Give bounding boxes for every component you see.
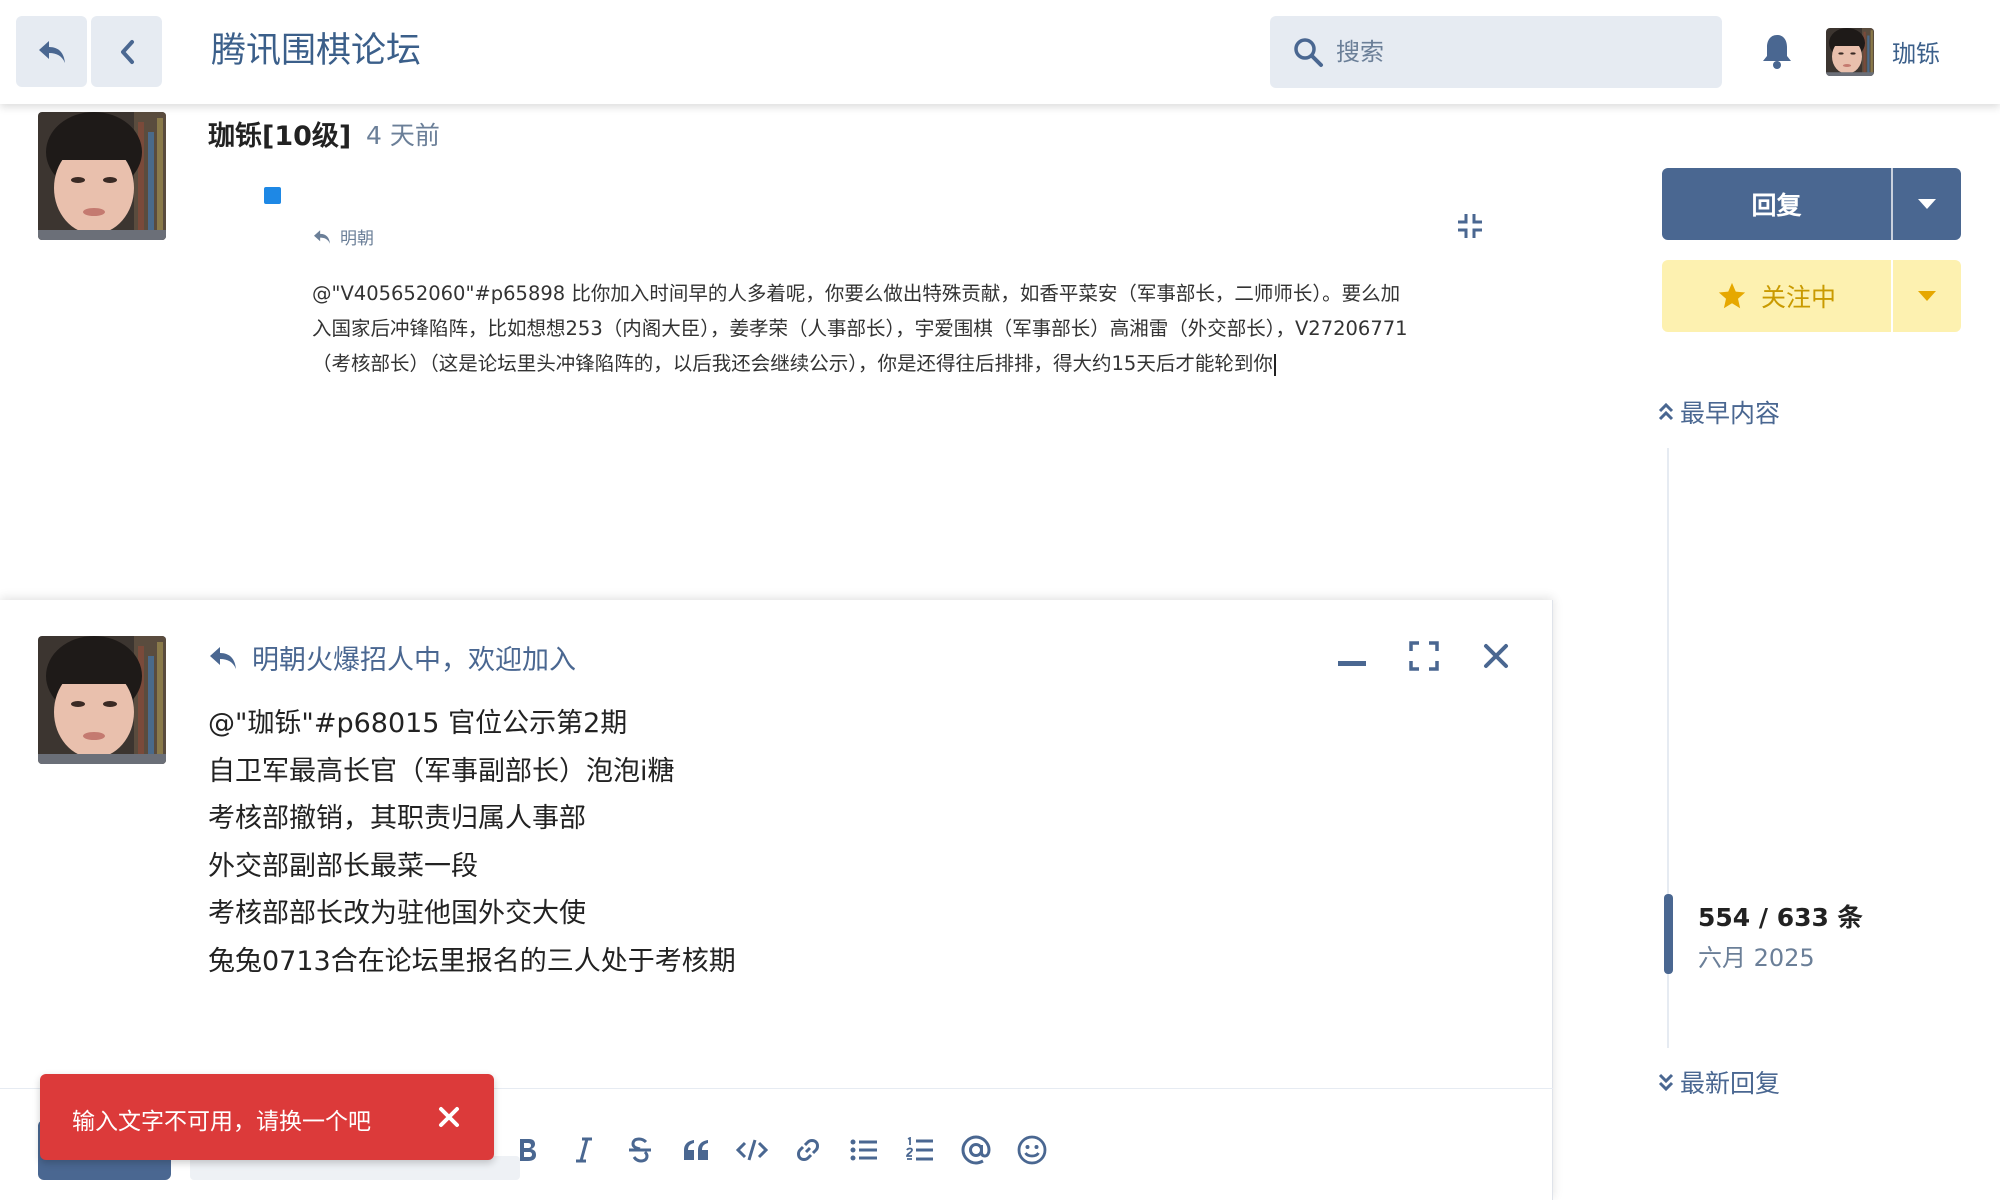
reply-arrow-icon bbox=[210, 646, 236, 669]
star-icon bbox=[1718, 282, 1746, 309]
timeline-scroll-handle[interactable] bbox=[1664, 894, 1673, 974]
broken-image-icon bbox=[264, 187, 281, 204]
italic-button[interactable] bbox=[556, 1122, 612, 1178]
top-header: 腾讯围棋论坛 珈铄 bbox=[0, 0, 2000, 104]
minimize-icon bbox=[1338, 661, 1366, 666]
italic-icon bbox=[576, 1137, 592, 1163]
expand-icon bbox=[1409, 641, 1439, 671]
collapse-icon[interactable] bbox=[1456, 212, 1484, 240]
notification-bell-icon[interactable] bbox=[1760, 32, 1794, 70]
header-username[interactable]: 珈铄 bbox=[1892, 34, 1940, 69]
close-icon bbox=[439, 1107, 459, 1127]
link-button[interactable] bbox=[780, 1122, 836, 1178]
toast-close-button[interactable] bbox=[432, 1100, 466, 1134]
formatting-toolbar bbox=[500, 1122, 1060, 1178]
composer-editor[interactable]: @"珈铄"#p68015 官位公示第2期 自卫军最高长官（军事副部长）泡泡i糖 … bbox=[208, 700, 1408, 985]
reply-to-label: 明朝 bbox=[340, 229, 374, 249]
timeline-jump-earliest[interactable]: 最早内容 bbox=[1658, 394, 1780, 430]
post-timestamp[interactable]: 4 天前 bbox=[366, 116, 440, 152]
bold-button[interactable] bbox=[500, 1122, 556, 1178]
reply-arrow-icon bbox=[314, 229, 330, 244]
editor-line: 兔兔0713合在论坛里报名的三人处于考核期 bbox=[208, 945, 736, 977]
bullet-list-button[interactable] bbox=[836, 1122, 892, 1178]
text-cursor bbox=[1273, 353, 1276, 376]
editor-line: 考核部部长改为驻他国外交大使 bbox=[208, 898, 586, 929]
back-button[interactable] bbox=[91, 16, 162, 87]
timeline-bottom-label: 最新回复 bbox=[1680, 1069, 1781, 1098]
link-icon bbox=[797, 1139, 819, 1161]
minimize-composer-button[interactable] bbox=[1332, 636, 1372, 676]
timeline-date: 六月 2025 bbox=[1698, 944, 1815, 972]
user-avatar[interactable] bbox=[1826, 28, 1874, 76]
search-box[interactable] bbox=[1270, 16, 1722, 88]
mention-button[interactable] bbox=[948, 1122, 1004, 1178]
follow-button-label: 关注中 bbox=[1760, 283, 1836, 312]
search-icon bbox=[1294, 38, 1323, 67]
chevron-left-icon bbox=[120, 39, 134, 64]
toast-message: 输入文字不可用，请换一个吧 bbox=[72, 1109, 371, 1135]
follow-button[interactable]: 关注中 bbox=[1662, 260, 1961, 332]
composer-reply-title[interactable]: 明朝火爆招人中，欢迎加入 bbox=[208, 638, 576, 677]
composer-title-text: 明朝火爆招人中，欢迎加入 bbox=[252, 645, 576, 676]
post-content: @"V405652060"#p65898 比你加入时间早的人多着呢，你要么做出特… bbox=[312, 276, 1412, 381]
bullet-list-icon bbox=[850, 1139, 877, 1161]
caret-down-icon bbox=[1918, 291, 1936, 301]
close-icon bbox=[1484, 644, 1508, 668]
fullscreen-composer-button[interactable] bbox=[1404, 636, 1444, 676]
strikethrough-icon bbox=[629, 1137, 651, 1163]
numbered-list-button[interactable] bbox=[892, 1122, 948, 1178]
numbered-list-icon bbox=[906, 1137, 933, 1161]
quote-icon bbox=[684, 1140, 708, 1160]
smiley-icon bbox=[1017, 1135, 1047, 1165]
composer-avatar bbox=[38, 636, 166, 764]
reply-shortcut-button[interactable] bbox=[16, 16, 87, 87]
editor-line: @"珈铄"#p68015 官位公示第2期 bbox=[208, 708, 628, 739]
emoji-button[interactable] bbox=[1004, 1122, 1060, 1178]
post-author-avatar[interactable] bbox=[38, 112, 166, 240]
double-chevron-up-icon bbox=[1658, 402, 1674, 421]
reply-arrow-icon bbox=[38, 40, 65, 63]
timeline-jump-latest[interactable]: 最新回复 bbox=[1658, 1064, 1780, 1100]
caret-down-icon bbox=[1918, 199, 1936, 209]
editor-line: 外交部副部长最菜一段 bbox=[208, 850, 478, 882]
post-author-name[interactable]: 珈铄[10级] bbox=[208, 114, 351, 153]
error-toast: 输入文字不可用，请换一个吧 bbox=[40, 1074, 494, 1160]
reply-options-dropdown[interactable] bbox=[1893, 168, 1961, 240]
reply-button[interactable]: 回复 bbox=[1662, 168, 1961, 240]
double-chevron-down-icon bbox=[1658, 1073, 1674, 1092]
close-composer-button[interactable] bbox=[1476, 636, 1516, 676]
editor-line: 自卫军最高长官（军事副部长）泡泡i糖 bbox=[208, 755, 675, 787]
follow-options-dropdown[interactable] bbox=[1893, 260, 1961, 332]
quote-button[interactable] bbox=[668, 1122, 724, 1178]
post-body-text: @"V405652060"#p65898 比你加入时间早的人多着呢，你要么做出特… bbox=[312, 282, 1408, 375]
reply-to-reference[interactable]: 明朝 bbox=[312, 224, 374, 249]
code-button[interactable] bbox=[724, 1122, 780, 1178]
reply-button-label: 回复 bbox=[1751, 191, 1802, 220]
editor-line: 考核部撤销，其职责归属人事部 bbox=[208, 803, 586, 834]
code-icon bbox=[736, 1139, 768, 1161]
timeline-top-label: 最早内容 bbox=[1680, 399, 1781, 428]
bold-icon bbox=[520, 1139, 536, 1161]
at-mention-icon bbox=[961, 1135, 991, 1165]
timeline-post-count: 554 / 633 条 bbox=[1698, 903, 1863, 932]
search-input[interactable] bbox=[1336, 30, 1696, 74]
site-title[interactable]: 腾讯围棋论坛 bbox=[211, 22, 421, 73]
strikethrough-button[interactable] bbox=[612, 1122, 668, 1178]
